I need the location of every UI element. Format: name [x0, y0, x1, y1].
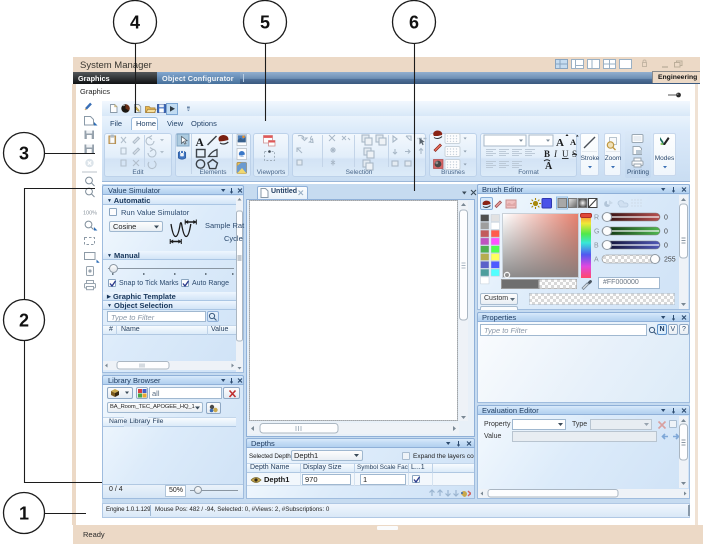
svg-text:4: 4 — [130, 13, 140, 33]
svg-text:2: 2 — [19, 311, 29, 331]
svg-text:3: 3 — [19, 144, 29, 164]
svg-text:1: 1 — [19, 504, 29, 524]
svg-text:5: 5 — [260, 13, 270, 33]
svg-text:6: 6 — [409, 13, 419, 33]
